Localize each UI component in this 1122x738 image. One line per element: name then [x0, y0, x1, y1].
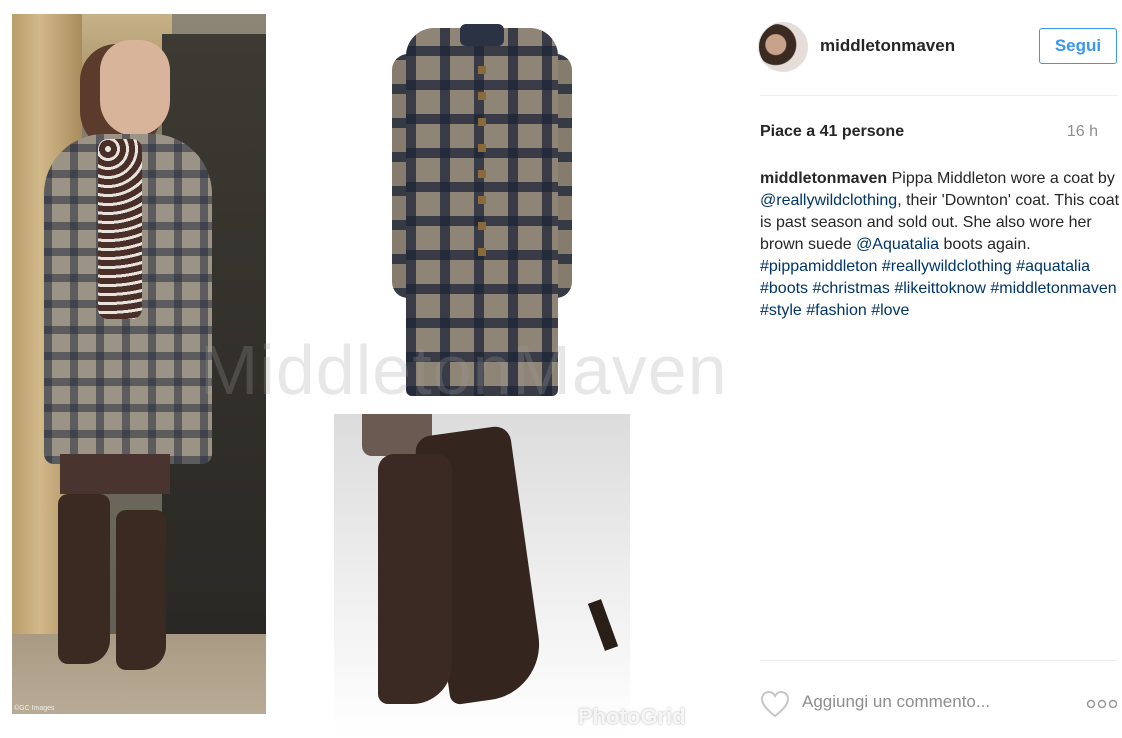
caption-text-3: boots again. [939, 236, 1031, 253]
caption-username[interactable]: middletonmaven [760, 170, 887, 187]
watermark: MiddletonMaven [200, 331, 728, 409]
boot-left [58, 494, 110, 664]
hashtag-link[interactable]: #fashion [806, 302, 867, 319]
mention-link[interactable]: @reallywildclothing [760, 192, 897, 209]
follow-button[interactable]: Segui [1039, 28, 1117, 64]
hashtag-link[interactable]: #christmas [813, 280, 890, 297]
comment-input[interactable]: Aggiungi un commento... [802, 692, 990, 712]
coat-buttons [478, 66, 486, 266]
likes-count[interactable]: Piace a 41 persone [760, 123, 904, 141]
post-timestamp[interactable]: 16 h [1067, 123, 1098, 141]
caption-text-1: Pippa Middleton wore a coat by [887, 170, 1115, 187]
hashtag-link[interactable]: #reallywildclothing [882, 258, 1012, 275]
post-sidebar: middletonmaven Segui Piace a 41 persone … [740, 0, 1122, 738]
coat-collar [460, 24, 504, 46]
more-options-icon[interactable] [1086, 696, 1118, 712]
hashtag-link[interactable]: #pippamiddleton [760, 258, 877, 275]
person-head [100, 40, 170, 136]
hashtag-link[interactable]: #aquatalia [1016, 258, 1090, 275]
hashtag-link[interactable]: #middletonmaven [990, 280, 1116, 297]
photo-credit: ©GC Images [14, 705, 55, 712]
likes-number: 41 [819, 123, 838, 140]
heart-icon[interactable] [760, 690, 790, 718]
likes-suffix: persone [837, 123, 905, 140]
hashtag-link[interactable]: #likeittoknow [894, 280, 986, 297]
hashtag-link[interactable]: #love [871, 302, 909, 319]
divider [760, 660, 1118, 661]
username-link[interactable]: middletonmaven [820, 36, 955, 56]
boots-product-image [334, 414, 630, 736]
legs [60, 454, 170, 494]
hashtag-link[interactable]: #boots [760, 280, 808, 297]
boot-front [378, 454, 452, 704]
hashtag-link[interactable]: #style [760, 302, 802, 319]
post-media[interactable]: ©GC Images MiddletonMaven PhotoGrid [0, 0, 740, 738]
likes-prefix: Piace a [760, 123, 820, 140]
scarf [98, 139, 142, 319]
boot-right [116, 510, 166, 670]
photogrid-logo: PhotoGrid [578, 704, 686, 729]
mention-link[interactable]: @Aquatalia [856, 236, 939, 253]
avatar[interactable] [758, 22, 808, 72]
divider [760, 95, 1118, 96]
boot-heel [587, 599, 619, 651]
post-header: middletonmaven Segui [758, 22, 1118, 74]
post-caption: middletonmaven Pippa Middleton wore a co… [760, 168, 1120, 322]
